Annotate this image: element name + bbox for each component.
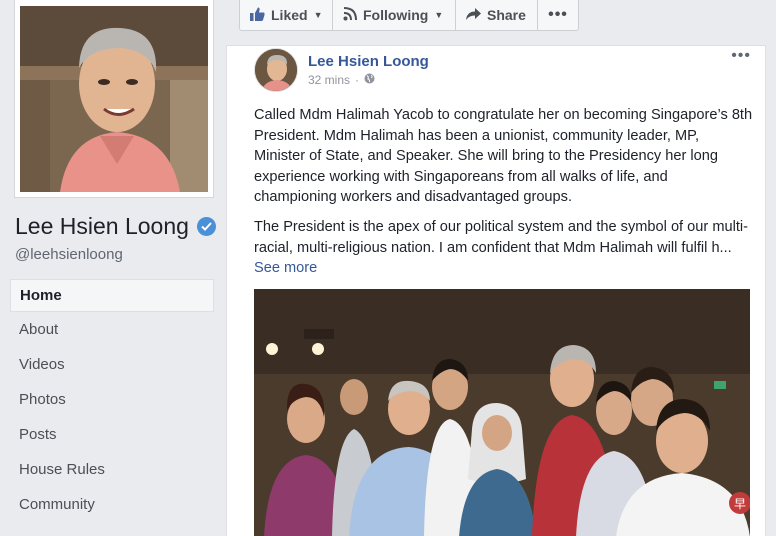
page-name[interactable]: Lee Hsien Loong	[15, 213, 216, 240]
post-paragraph-2: The President is the apex of our politic…	[254, 217, 754, 279]
author-avatar[interactable]	[254, 48, 298, 92]
liked-button[interactable]: Liked ▼	[240, 0, 333, 30]
dot-separator: ·	[355, 73, 360, 87]
share-icon	[466, 7, 481, 23]
page-nav: Home About Videos Photos Posts House Rul…	[10, 279, 214, 522]
post-meta: 32 mins ·	[308, 73, 375, 87]
share-button[interactable]: Share	[456, 0, 538, 30]
post-photo[interactable]: 早	[254, 289, 750, 536]
more-options-button[interactable]: •••	[538, 0, 578, 30]
post-timestamp[interactable]: 32 mins	[308, 73, 350, 87]
post-author[interactable]: Lee Hsien Loong	[308, 53, 429, 70]
post-options-icon[interactable]: •••	[731, 47, 751, 65]
post-paragraph-2-text: The President is the apex of our politic…	[254, 219, 748, 256]
more-icon: •••	[548, 6, 568, 23]
nav-item-photos[interactable]: Photos	[10, 382, 214, 417]
svg-text:早: 早	[734, 497, 746, 511]
page-handle[interactable]: @leehsienloong	[15, 246, 123, 263]
chevron-down-icon: ▼	[313, 10, 323, 20]
globe-icon	[364, 73, 375, 87]
rss-icon	[343, 6, 357, 24]
page-name-text[interactable]: Lee Hsien Loong	[15, 213, 189, 240]
profile-picture[interactable]	[20, 6, 208, 192]
verified-icon	[196, 217, 216, 236]
nav-item-house-rules[interactable]: House Rules	[10, 452, 214, 487]
post-paragraph-1: Called Mdm Halimah Yacob to congratulate…	[254, 107, 753, 205]
see-more-link[interactable]: See more	[254, 260, 317, 276]
following-button[interactable]: Following ▼	[333, 0, 456, 30]
post-card: Lee Hsien Loong 32 mins · ••• Called Mdm…	[226, 45, 766, 536]
like-icon	[250, 7, 265, 24]
nav-item-about[interactable]: About	[10, 312, 214, 347]
nav-item-posts[interactable]: Posts	[10, 417, 214, 452]
liked-label: Liked	[271, 7, 308, 23]
following-label: Following	[363, 7, 429, 23]
profile-picture-frame	[14, 0, 214, 198]
nav-item-community[interactable]: Community	[10, 487, 214, 522]
nav-item-videos[interactable]: Videos	[10, 347, 214, 382]
share-label: Share	[487, 7, 526, 23]
page-action-bar: Liked ▼ Following ▼ Share •••	[239, 0, 579, 31]
left-column: Lee Hsien Loong @leehsienloong Home Abou…	[0, 0, 226, 536]
nav-item-home[interactable]: Home	[10, 279, 214, 312]
chevron-down-icon: ▼	[434, 10, 444, 20]
